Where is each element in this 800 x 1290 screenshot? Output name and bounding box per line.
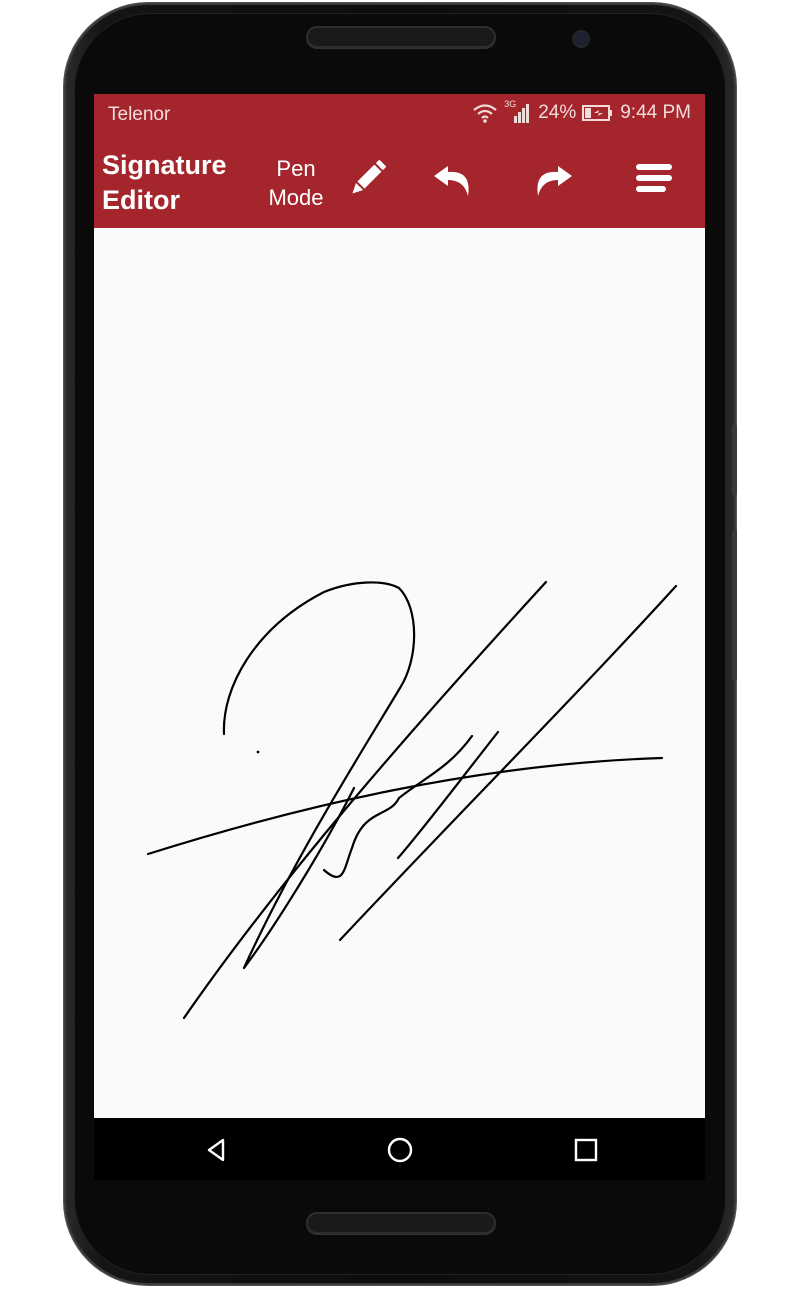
nav-back-button[interactable] — [196, 1130, 236, 1170]
signature-stroke-horizontal — [146, 756, 664, 856]
signature-dot — [256, 750, 260, 754]
wifi-icon — [473, 104, 497, 123]
recents-icon — [574, 1138, 598, 1162]
app-title: Signature Editor — [102, 150, 227, 215]
clock: 9:44 PM — [620, 102, 691, 123]
redo-icon — [537, 166, 572, 196]
signature-stroke-diagonal-2 — [338, 584, 678, 942]
status-icons: 3G 24% 9:44 PM — [472, 99, 691, 124]
home-icon — [387, 1137, 413, 1163]
menu-button[interactable] — [626, 150, 682, 206]
pencil-button[interactable] — [340, 150, 396, 206]
navigation-bar — [94, 1118, 705, 1180]
screen: Telenor 3G 24% 9:44 PM Signature Editor … — [94, 94, 705, 1118]
menu-icon — [636, 164, 672, 192]
redo-button[interactable] — [524, 150, 580, 206]
signature-stroke-diagonal-1 — [182, 580, 548, 1020]
battery-percent: 24% — [538, 102, 577, 123]
back-icon — [207, 1138, 225, 1162]
mode-label-line2: Mode — [268, 185, 324, 210]
signature-stroke-tail — [396, 730, 500, 860]
mode-label-line1: Pen — [276, 156, 316, 181]
bottom-speaker — [306, 1212, 496, 1234]
carrier-name: Telenor — [108, 104, 171, 125]
app-toolbar: Signature Editor Pen Mode — [94, 134, 705, 228]
power-button — [732, 530, 737, 680]
undo-button[interactable] — [426, 150, 482, 206]
pencil-icon — [352, 160, 386, 194]
pen-mode-toggle[interactable]: Pen Mode — [256, 154, 336, 212]
earpiece-speaker — [306, 26, 496, 48]
battery-icon — [582, 105, 613, 121]
volume-button — [732, 425, 737, 495]
undo-icon — [434, 166, 469, 196]
signature-drawing — [146, 580, 678, 1020]
signal-icon: 3G — [504, 99, 532, 124]
front-camera — [574, 32, 588, 46]
signature-stroke-loop — [222, 581, 416, 970]
nav-recents-button[interactable] — [566, 1130, 606, 1170]
signature-canvas[interactable] — [94, 228, 705, 1118]
nav-home-button[interactable] — [380, 1130, 420, 1170]
status-bar: Telenor 3G 24% 9:44 PM — [94, 94, 705, 134]
